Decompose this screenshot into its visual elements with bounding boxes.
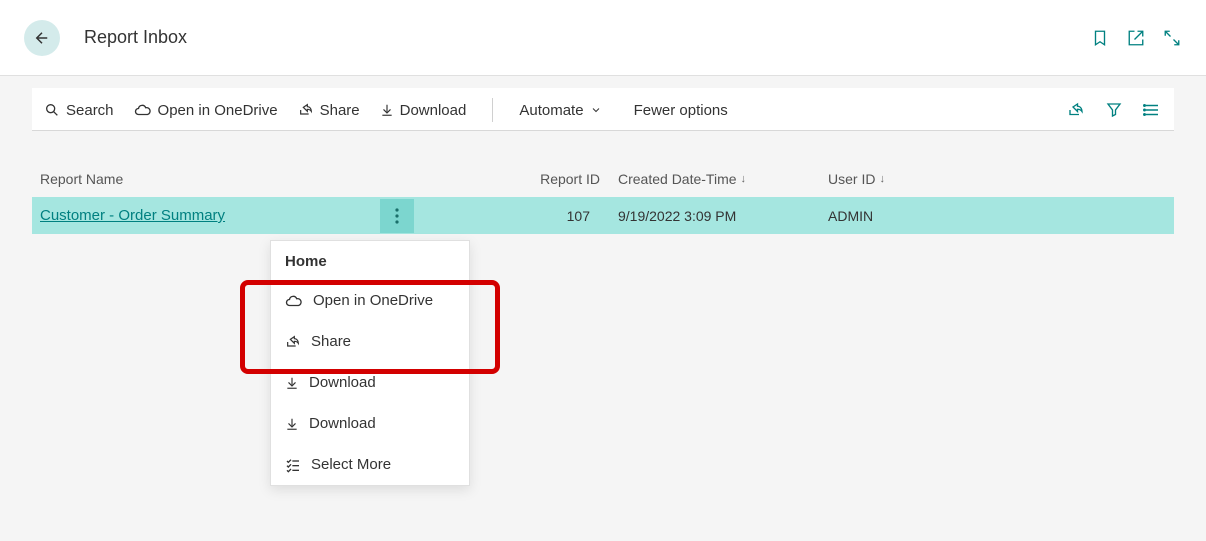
sort-down-icon: ↓ (741, 173, 747, 185)
share-icon (298, 102, 314, 118)
header-actions (1090, 28, 1182, 48)
share-button-toolbar[interactable]: Share (298, 102, 360, 119)
report-id-cell: 107 (480, 208, 600, 224)
download-icon (285, 375, 299, 391)
back-button[interactable] (24, 20, 60, 56)
toolbar: Search Open in OneDrive Share Download A… (32, 88, 1174, 131)
bookmark-icon[interactable] (1090, 28, 1110, 48)
menu-open-onedrive-label: Open in OneDrive (313, 292, 433, 309)
menu-download-1[interactable]: Download (271, 362, 469, 403)
search-label: Search (66, 102, 114, 119)
share-icon (285, 334, 301, 350)
menu-open-onedrive[interactable]: Open in OneDrive (271, 280, 469, 321)
col-report-id[interactable]: Report ID (480, 171, 600, 187)
share-label: Share (320, 102, 360, 119)
download-icon (285, 416, 299, 432)
automate-dropdown[interactable]: Automate (519, 102, 601, 119)
fewer-options-label: Fewer options (634, 102, 728, 119)
fewer-options-button[interactable]: Fewer options (634, 102, 728, 119)
filter-icon[interactable] (1104, 100, 1124, 120)
toolbar-container: Search Open in OneDrive Share Download A… (0, 88, 1206, 234)
menu-download1-label: Download (309, 374, 376, 391)
report-name-link[interactable]: Customer - Order Summary (40, 207, 380, 224)
open-onedrive-label: Open in OneDrive (158, 102, 278, 119)
download-button-toolbar[interactable]: Download (380, 102, 467, 119)
page-header: Report Inbox (0, 0, 1206, 76)
table-header: Report Name Report ID Created Date-Time … (32, 171, 1174, 197)
expand-icon[interactable] (1162, 28, 1182, 48)
menu-select-more[interactable]: Select More (271, 444, 469, 485)
menu-share-label: Share (311, 333, 351, 350)
arrow-left-icon (33, 29, 51, 47)
menu-header: Home (271, 241, 469, 280)
menu-share[interactable]: Share (271, 321, 469, 362)
toolbar-right (1066, 100, 1162, 120)
automate-label: Automate (519, 102, 583, 119)
toolbar-separator (492, 98, 493, 122)
table-row[interactable]: Customer - Order Summary 107 9/19/2022 3… (32, 197, 1174, 234)
chevron-down-icon (590, 104, 602, 116)
page-title: Report Inbox (84, 27, 187, 48)
open-onedrive-button[interactable]: Open in OneDrive (134, 102, 278, 119)
cloud-icon (285, 294, 303, 308)
download-icon (380, 102, 394, 118)
list-check-icon (285, 457, 301, 473)
menu-select-more-label: Select More (311, 456, 391, 473)
list-view-icon[interactable] (1142, 100, 1162, 120)
user-cell: ADMIN (800, 208, 1000, 224)
cloud-icon (134, 103, 152, 117)
col-user-id[interactable]: User ID ↓ (800, 171, 1000, 187)
share-action-icon[interactable] (1066, 100, 1086, 120)
open-new-window-icon[interactable] (1126, 28, 1146, 48)
report-table: Report Name Report ID Created Date-Time … (32, 171, 1174, 234)
col-created[interactable]: Created Date-Time ↓ (600, 171, 800, 187)
more-vertical-icon (395, 208, 399, 224)
search-button[interactable]: Search (44, 102, 114, 119)
download-label: Download (400, 102, 467, 119)
created-cell: 9/19/2022 3:09 PM (600, 208, 800, 224)
menu-download-2[interactable]: Download (271, 403, 469, 444)
search-icon (44, 102, 60, 118)
col-report-name[interactable]: Report Name (40, 171, 380, 187)
sort-down-icon: ↓ (879, 173, 885, 185)
menu-download2-label: Download (309, 415, 376, 432)
context-menu: Home Open in OneDrive Share Download Dow… (270, 240, 470, 486)
row-more-button[interactable] (380, 199, 414, 233)
